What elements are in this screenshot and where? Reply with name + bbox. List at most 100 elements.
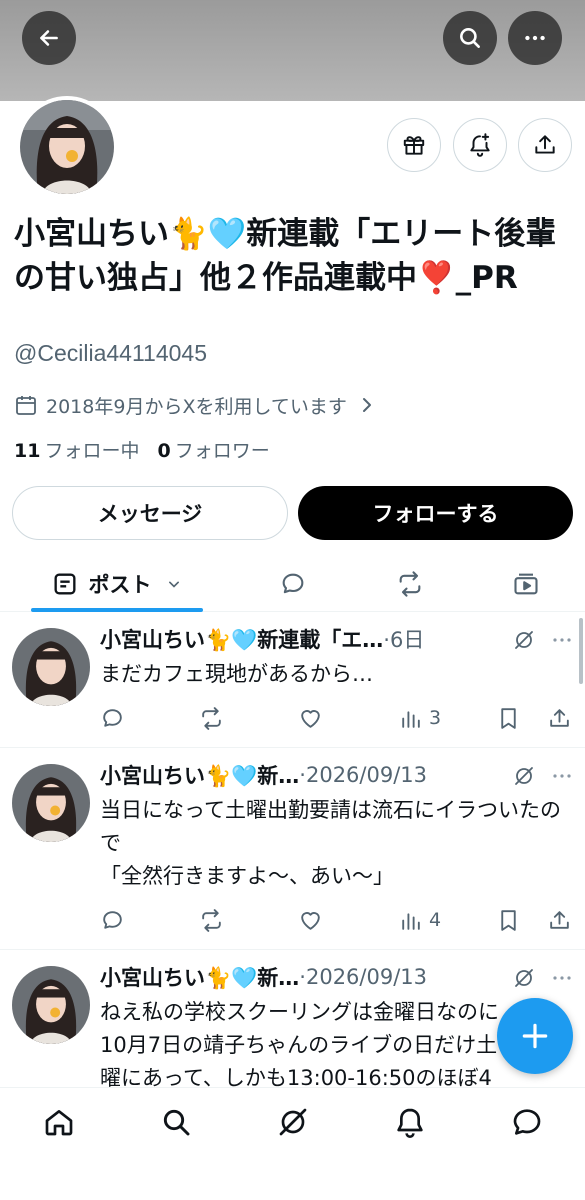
search-icon (460, 28, 480, 48)
post-text: 当日になって土曜出勤要請は流石にイラついたので 「全然行きますよ〜、あい〜」 (100, 798, 561, 888)
nav-explore[interactable] (158, 1104, 194, 1140)
share-post-button[interactable] (547, 906, 572, 934)
bookmark-button[interactable] (496, 906, 521, 934)
share-post-button[interactable] (547, 704, 572, 732)
follow-button[interactable]: フォローする (298, 486, 573, 540)
joined-date[interactable]: 2018年9月からXを利用しています (14, 390, 379, 420)
calendar-icon (16, 396, 36, 415)
repost-icon (202, 706, 221, 730)
chevron-down-icon (168, 581, 179, 588)
post-header: 小宮山ちい🐈🩵新… ·2026/09/13 (100, 962, 427, 992)
compose-button[interactable] (497, 998, 573, 1074)
post-date: ·6日 (383, 628, 425, 652)
home-icon (45, 1110, 73, 1136)
grok-icon[interactable] (512, 966, 536, 990)
notification-bell-plus-icon (470, 133, 490, 157)
joined-text: 2018年9月からXを利用しています (46, 395, 347, 418)
avatar-photo (12, 966, 90, 1044)
plus-icon (522, 1023, 548, 1049)
post-avatar[interactable] (12, 966, 90, 1044)
post-item[interactable]: 小宮山ちい🐈🩵新連載「エ… ·6日 まだカフェ現地があるから… 3 (0, 612, 585, 748)
reply-icon (103, 910, 122, 929)
views-button[interactable]: 3 (398, 704, 441, 732)
media-tab-icon (514, 573, 538, 595)
views-button[interactable]: 4 (398, 906, 441, 934)
heart-icon (301, 709, 320, 728)
posts-tab-icon (54, 573, 75, 595)
followers-link[interactable]: 0 フォロワー (157, 436, 269, 463)
share-icon (535, 135, 555, 154)
following-link[interactable]: 11 フォロー中 (14, 436, 139, 463)
reply-button[interactable] (100, 704, 125, 732)
bookmark-icon (501, 707, 516, 729)
back-button[interactable] (22, 11, 76, 65)
followers-count: 0 (157, 440, 171, 462)
post-item[interactable]: 小宮山ちい🐈🩵新… ·2026/09/13 当日になって土曜出勤要請は流石にイラ… (0, 748, 585, 950)
following-count: 11 (14, 440, 41, 462)
bottom-nav (0, 1087, 585, 1200)
back-arrow-icon (40, 30, 58, 46)
notify-button[interactable] (453, 118, 507, 172)
reply-icon (103, 708, 122, 727)
messages-icon (513, 1109, 541, 1135)
nav-grok[interactable] (275, 1104, 311, 1140)
reply-button[interactable] (100, 906, 125, 934)
like-button[interactable] (298, 906, 323, 934)
search-button[interactable] (443, 11, 497, 65)
grok-icon[interactable] (512, 628, 536, 652)
follow-stats: 11 フォロー中 0 フォロワー (14, 436, 270, 463)
repost-tab-icon (399, 571, 421, 597)
grok-icon (279, 1108, 307, 1136)
notifications-icon (397, 1108, 423, 1138)
views-icon (402, 912, 420, 930)
post-avatar[interactable] (12, 764, 90, 842)
profile-tabs: ポスト (0, 556, 585, 612)
profile-avatar[interactable] (16, 96, 118, 198)
following-label: フォロー中 (44, 440, 140, 462)
post-avatar[interactable] (12, 628, 90, 706)
post-header: 小宮山ちい🐈🩵新… ·2026/09/13 (100, 760, 427, 790)
views-icon (402, 710, 420, 728)
tab-reposts[interactable] (390, 556, 430, 612)
heart-icon (301, 911, 320, 930)
tab-replies[interactable] (273, 556, 313, 612)
nav-home[interactable] (41, 1104, 77, 1140)
chevron-right-icon (362, 398, 371, 412)
share-profile-button[interactable] (518, 118, 572, 172)
more-icon[interactable] (550, 764, 574, 788)
more-icon (525, 35, 545, 41)
reply-tab-icon (282, 573, 304, 594)
followers-label: フォロワー (174, 440, 270, 462)
post-author-name[interactable]: 小宮山ちい🐈🩵新… (100, 962, 299, 992)
post-author-name[interactable]: 小宮山ちい🐈🩵新… (100, 760, 299, 790)
more-icon[interactable] (550, 966, 574, 990)
display-name: 小宮山ちい🐈🩵新連載「エリート後輩の甘い独占」他２作品連載中❣️_PR (14, 216, 557, 296)
share-icon (550, 708, 569, 727)
message-button[interactable]: メッセージ (12, 486, 288, 540)
repost-icon (202, 908, 221, 932)
bookmark-button[interactable] (496, 704, 521, 732)
bookmark-icon (501, 909, 516, 931)
post-item[interactable]: 小宮山ちい🐈🩵新… ·2026/09/13 ねえ私の学校スクーリングは金曜日なの… (0, 950, 585, 1087)
repost-button[interactable] (199, 906, 224, 934)
profile-banner (0, 0, 585, 101)
grok-icon[interactable] (512, 764, 536, 788)
views-count: 3 (429, 707, 442, 729)
user-handle: @Cecilia44114045 (14, 340, 207, 366)
nav-messages[interactable] (509, 1104, 545, 1140)
nav-notifications[interactable] (392, 1104, 428, 1140)
post-date: ·2026/09/13 (299, 965, 428, 989)
gift-icon (403, 136, 425, 155)
tab-posts-label: ポスト (88, 573, 152, 597)
tab-media[interactable] (506, 556, 546, 612)
post-author-name[interactable]: 小宮山ちい🐈🩵新連載「エ… (100, 624, 383, 654)
tab-posts[interactable]: ポスト (31, 556, 203, 612)
gift-button[interactable] (387, 118, 441, 172)
avatar-photo (20, 100, 114, 194)
explore-icon (163, 1109, 190, 1136)
repost-button[interactable] (199, 704, 224, 732)
like-button[interactable] (298, 704, 323, 732)
avatar-photo (12, 628, 90, 706)
more-icon[interactable] (550, 628, 574, 652)
more-button[interactable] (508, 11, 562, 65)
